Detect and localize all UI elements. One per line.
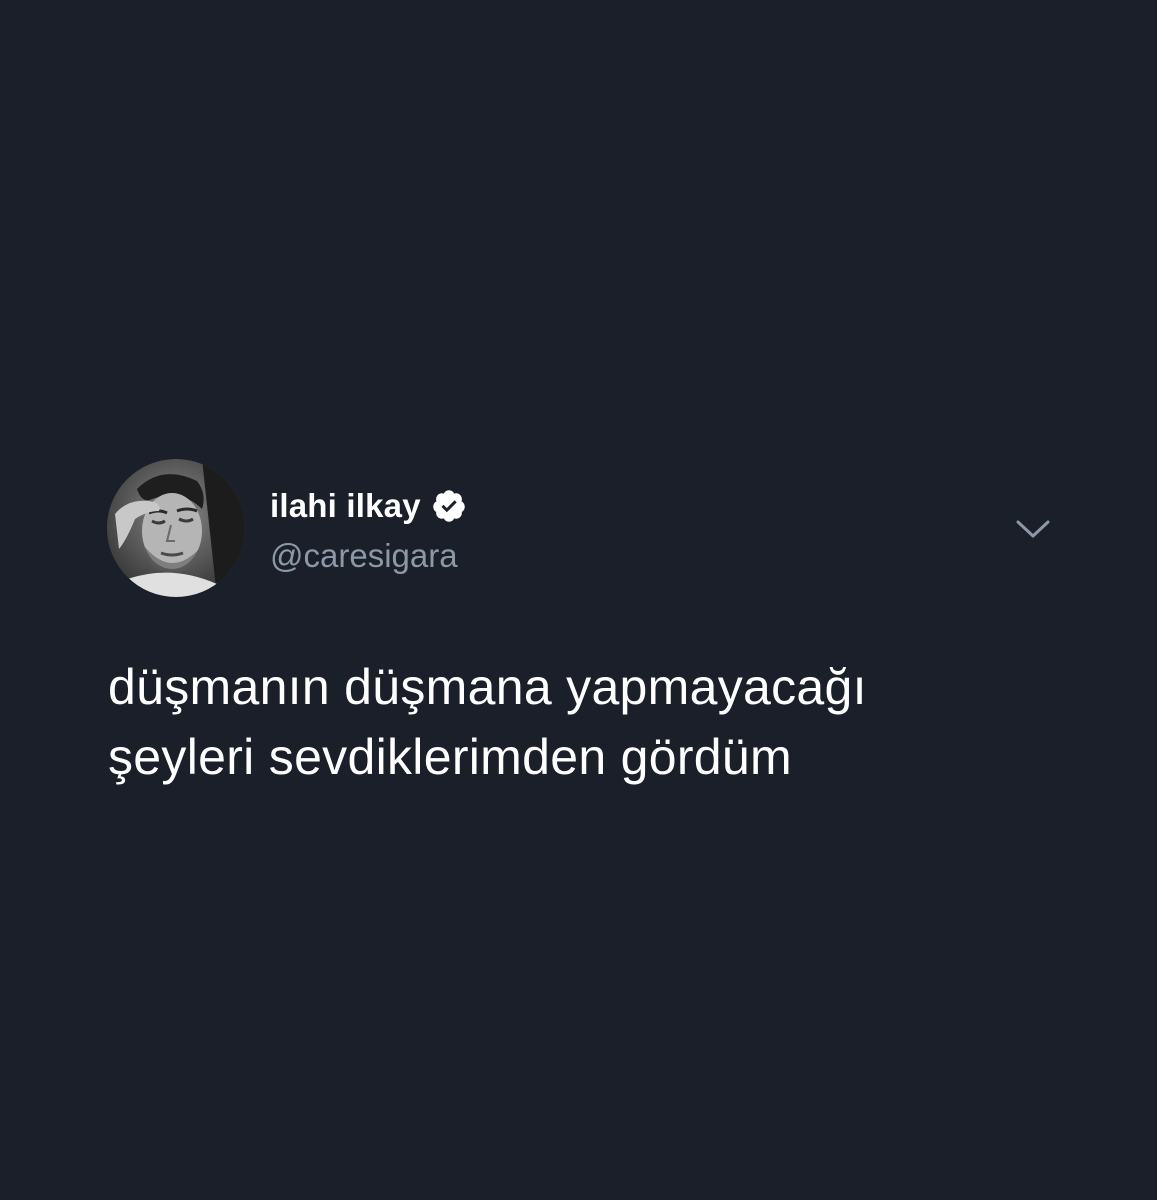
name-row: ilahi ilkay — [270, 486, 467, 526]
handle[interactable]: @caresigara — [270, 536, 467, 576]
tweet-text-line: şeyleri sevdiklerimden gördüm — [108, 729, 792, 785]
verified-badge-icon — [431, 488, 467, 524]
author-block: ilahi ilkay @caresigara — [270, 486, 467, 576]
tweet-card: ilahi ilkay @caresigara düşmanın düşmana… — [0, 0, 1157, 1200]
display-name[interactable]: ilahi ilkay — [270, 486, 421, 526]
chevron-down-icon[interactable] — [1014, 514, 1052, 544]
avatar[interactable] — [107, 459, 245, 597]
tweet-text-line: düşmanın düşmana yapmayacağı — [108, 659, 867, 715]
avatar-photo-icon — [107, 459, 245, 597]
tweet-text: düşmanın düşmana yapmayacağı şeyleri sev… — [108, 652, 1068, 792]
